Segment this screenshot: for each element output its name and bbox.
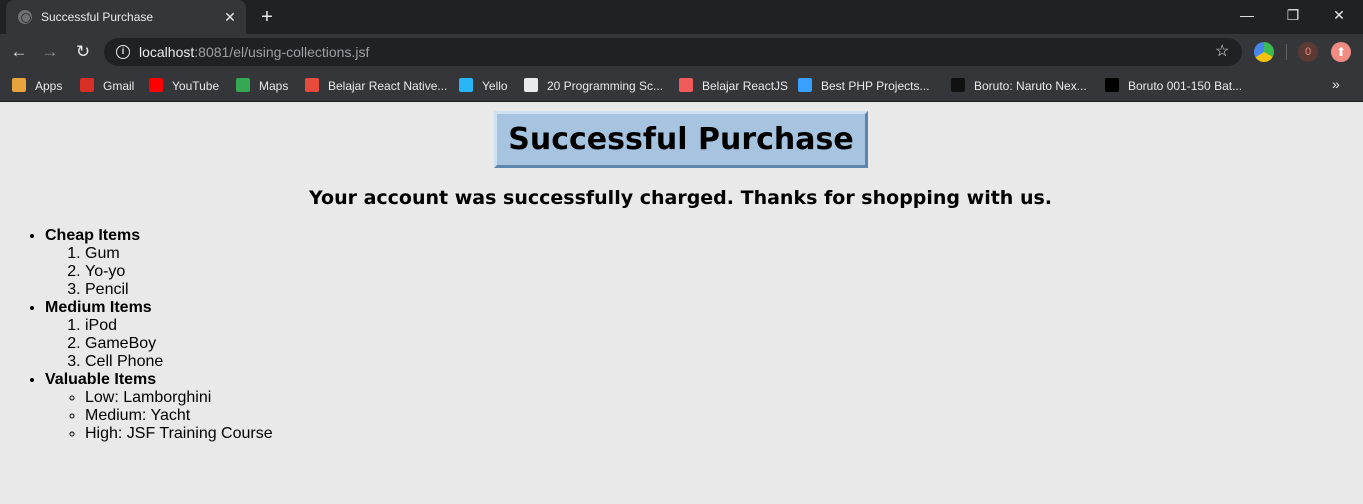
globe-icon	[524, 78, 538, 92]
category-title: Valuable Items	[45, 371, 157, 388]
profile-avatar-icon[interactable]: ⬆	[1331, 42, 1351, 62]
bookmark-item[interactable]: Belajar ReactJS	[679, 77, 788, 95]
restore-button[interactable]: ❐	[1270, 0, 1316, 30]
bookmark-label: YouTube	[172, 79, 220, 93]
valuable-items-list: Low: Lamborghini Medium: Yacht High: JSF…	[85, 389, 273, 443]
bookmark-label: 20 Programming Sc...	[547, 79, 664, 93]
bookmark-label: Yello	[482, 79, 508, 93]
forward-button[interactable]: →	[36, 38, 64, 66]
extension-badge-icon[interactable]: 0	[1298, 42, 1318, 62]
reload-button[interactable]: ↻	[69, 38, 97, 66]
confirmation-message: Your account was successfully charged. T…	[309, 187, 1052, 209]
browser-toolbar: ← → ↻ i localhost:8081/el/using-collecti…	[0, 34, 1363, 70]
list-item: Yo-yo	[85, 263, 273, 281]
extension-globe-icon[interactable]	[1254, 42, 1274, 62]
cheap-items-list: Gum Yo-yo Pencil	[85, 245, 273, 299]
list-item: Cell Phone	[85, 353, 273, 371]
category-medium: Medium Items iPod GameBoy Cell Phone	[45, 299, 273, 371]
category-title: Medium Items	[45, 299, 152, 316]
globe-icon	[18, 10, 32, 24]
gmail-icon	[80, 78, 94, 92]
bookmark-item[interactable]: Yello	[459, 77, 508, 95]
list-item: Pencil	[85, 281, 273, 299]
bookmark-label: Gmail	[103, 79, 135, 93]
bookmark-item[interactable]: Boruto: Naruto Nex...	[951, 77, 1087, 95]
bookmark-label: Belajar ReactJS	[702, 79, 789, 93]
list-item: Gum	[85, 245, 273, 263]
close-tab-icon[interactable]: ✕	[220, 7, 240, 27]
yello-icon	[459, 78, 473, 92]
list-item: Medium: Yacht	[85, 407, 273, 425]
list-item: Low: Lamborghini	[85, 389, 273, 407]
bookmark-item[interactable]: Apps	[12, 77, 62, 95]
bookmark-label: Apps	[35, 79, 63, 93]
react-icon	[679, 78, 693, 92]
address-bar[interactable]: i localhost:8081/el/using-collections.js…	[104, 38, 1242, 66]
bookmark-item[interactable]: Gmail	[80, 77, 134, 95]
apps-grid-icon	[12, 78, 26, 92]
bookmarks-bar: » Apps Gmail YouTube Maps Belajar React Nati…	[0, 70, 1363, 102]
bookmark-item[interactable]: Belajar React Native...	[305, 77, 447, 95]
window-close-button[interactable]: ✕	[1316, 0, 1362, 30]
page-title: Successful Purchase	[508, 122, 854, 157]
bookmark-item[interactable]: Maps	[236, 77, 288, 95]
page-content: Successful Purchase Your account was suc…	[0, 103, 1363, 504]
category-valuable: Valuable Items Low: Lamborghini Medium: …	[45, 371, 273, 443]
nsc-icon	[798, 78, 812, 92]
back-button[interactable]: ←	[5, 38, 33, 66]
title-bar: Successful Purchase ✕ + — ❐ ✕	[0, 0, 1363, 34]
bookmark-label: Belajar React Native...	[328, 79, 448, 93]
bookmark-item[interactable]: 20 Programming Sc...	[524, 77, 663, 95]
bookmark-label: Boruto 001-150 Bat...	[1128, 79, 1243, 93]
new-tab-button[interactable]: +	[256, 6, 278, 28]
list-item: High: JSF Training Course	[85, 425, 273, 443]
browser-tab[interactable]: Successful Purchase ✕	[6, 0, 246, 34]
bookmark-label: Boruto: Naruto Nex...	[974, 79, 1087, 93]
bookmarks-overflow-icon[interactable]: »	[1332, 76, 1340, 92]
site-info-icon[interactable]: i	[116, 45, 130, 59]
cat-icon	[951, 78, 965, 92]
dw-icon	[305, 78, 319, 92]
bookmark-item[interactable]: Best PHP Projects...	[798, 77, 930, 95]
tab-title: Successful Purchase	[41, 10, 154, 24]
url-host: localhost	[139, 44, 195, 60]
list-item: iPod	[85, 317, 273, 335]
toolbar-divider	[1286, 44, 1287, 60]
page-title-box: Successful Purchase	[494, 111, 868, 168]
bookmark-label: Best PHP Projects...	[821, 79, 930, 93]
category-title: Cheap Items	[45, 227, 141, 244]
list-item: GameBoy	[85, 335, 273, 353]
bookmark-star-icon[interactable]: ☆	[1215, 41, 1229, 63]
youtube-icon	[149, 78, 163, 92]
url-text[interactable]: localhost:8081/el/using-collections.jsf	[139, 44, 369, 60]
maps-icon	[236, 78, 250, 92]
question-icon	[1105, 78, 1119, 92]
medium-items-list: iPod GameBoy Cell Phone	[85, 317, 273, 371]
category-cheap: Cheap Items Gum Yo-yo Pencil	[45, 227, 273, 299]
bookmark-item[interactable]: Boruto 001-150 Bat...	[1105, 77, 1242, 95]
category-list: Cheap Items Gum Yo-yo Pencil Medium Item…	[45, 227, 273, 443]
url-path: :8081/el/using-collections.jsf	[194, 44, 370, 60]
bookmark-item[interactable]: YouTube	[149, 77, 219, 95]
bookmark-label: Maps	[259, 79, 289, 93]
minimize-button[interactable]: —	[1224, 0, 1270, 30]
